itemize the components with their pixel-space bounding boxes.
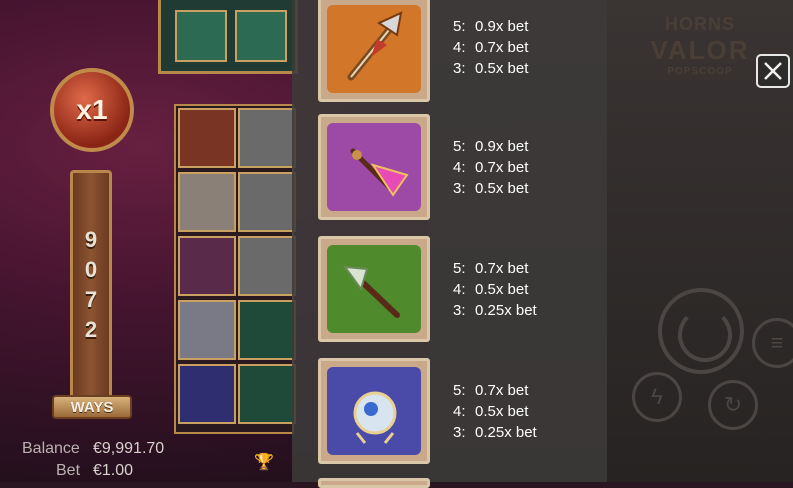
axe-symbol: [318, 0, 430, 102]
game-logo: HORNS VALOR POPSCOOP: [640, 14, 760, 84]
close-button[interactable]: [756, 54, 790, 88]
pay-amount: 0.5x bet: [475, 60, 529, 77]
top-reel: [158, 0, 298, 74]
close-icon: [764, 62, 782, 80]
grid-tile: [238, 300, 296, 360]
pay-line: 4: 0.5x bet: [453, 401, 537, 422]
pay-amount: 0.7x bet: [475, 39, 529, 56]
grid-tile: [238, 236, 296, 296]
ten-tile: [178, 300, 236, 360]
grid-tile: [238, 172, 296, 232]
multiplier-badge: x1: [50, 68, 134, 152]
pay-line: 5: 0.9x bet: [453, 16, 528, 37]
pay-amount: 0.5x bet: [475, 403, 529, 420]
pay-count: 5:: [453, 138, 466, 155]
k-tile: [178, 172, 236, 232]
arrow-icon: [350, 148, 409, 197]
orb-tile: [178, 364, 236, 424]
spin-button[interactable]: [658, 288, 744, 374]
pay-values: 5: 0.9x bet 4: 0.7x bet 3: 0.5x bet: [453, 136, 528, 199]
paytable-overlay[interactable]: 5: 0.9x bet 4: 0.7x bet 3: 0.5x bet 5: 0.9x …: [292, 0, 607, 488]
ways-digit: 9: [84, 227, 98, 252]
pay-count: 3:: [453, 302, 466, 319]
pay-line: 3: 0.25x bet: [453, 300, 537, 321]
purple-arrow-symbol: [318, 114, 430, 220]
ways-digit: 0: [84, 257, 98, 282]
pay-amount: 0.5x bet: [475, 281, 529, 298]
pay-amount: 0.25x bet: [475, 302, 537, 319]
pay-count: 4:: [453, 281, 466, 298]
pay-line: 4: 0.5x bet: [453, 279, 537, 300]
pay-values: 5: 0.7x bet 4: 0.5x bet 3: 0.25x bet: [453, 258, 537, 321]
ways-digit: 2: [84, 317, 98, 342]
pay-line: 5: 0.7x bet: [453, 258, 537, 279]
bet-label: Bet: [56, 462, 81, 479]
pay-count: 3:: [453, 60, 466, 77]
trophy-icon: 🏆: [254, 454, 274, 471]
orb-icon: [353, 391, 397, 444]
paytable-row: 5: 0.9x bet 4: 0.7x bet 3: 0.5x bet: [292, 0, 607, 108]
pay-line: 3: 0.25x bet: [453, 422, 537, 443]
bet-value: €1.00: [93, 462, 134, 479]
pay-amount: 0.7x bet: [475, 159, 529, 176]
multiplier-value: x1: [76, 94, 108, 125]
refresh-button[interactable]: ↻: [708, 380, 758, 430]
pay-line: 3: 0.5x bet: [453, 178, 528, 199]
spear-icon: [342, 265, 400, 318]
top-reel-tile: [175, 10, 227, 62]
ways-counter: 9 0 7 2: [70, 170, 112, 400]
axe-icon: [347, 11, 403, 81]
grid-tile: [238, 364, 296, 424]
pay-count: 5:: [453, 18, 466, 35]
ways-label: WAYS: [52, 395, 132, 419]
top-reel-tile: [235, 10, 287, 62]
pay-line: 4: 0.7x bet: [453, 37, 528, 58]
paytable-row: 5: 0.9x bet 4: 0.7x bet 3: 0.5x bet: [292, 114, 607, 226]
turbo-button[interactable]: ϟ: [632, 372, 682, 422]
pay-line: 4: 0.7x bet: [453, 157, 528, 178]
reel-grid: [174, 104, 296, 434]
logo-line1: HORNS: [664, 14, 735, 34]
pay-count: 4:: [453, 159, 466, 176]
green-spear-symbol: [318, 236, 430, 342]
balance-label: Balance: [22, 440, 80, 457]
balance-value: €9,991.70: [93, 440, 165, 457]
pay-line: 5: 0.9x bet: [453, 136, 528, 157]
pay-count: 3:: [453, 180, 466, 197]
blue-orb-symbol: [318, 358, 430, 464]
hammer-tile: [178, 108, 236, 168]
paytable-row: 5: 0.7x bet 4: 0.5x bet 3: 0.25x bet: [292, 236, 607, 348]
pay-count: 4:: [453, 403, 466, 420]
logo-line3: POPSCOOP: [667, 66, 733, 77]
pay-amount: 0.9x bet: [475, 138, 529, 155]
pay-line: 5: 0.7x bet: [453, 380, 537, 401]
logo-line2: VALOR: [650, 35, 750, 65]
pay-amount: 0.25x bet: [475, 424, 537, 441]
potion-tile: [178, 236, 236, 296]
pay-count: 5:: [453, 260, 466, 277]
next-symbol: [318, 478, 430, 488]
ways-digit: 7: [84, 287, 98, 312]
pay-amount: 0.9x bet: [475, 18, 529, 35]
pay-amount: 0.7x bet: [475, 382, 529, 399]
pay-amount: 0.7x bet: [475, 260, 529, 277]
pay-values: 5: 0.9x bet 4: 0.7x bet 3: 0.5x bet: [453, 16, 528, 79]
pay-count: 4:: [453, 39, 466, 56]
grid-tile: [238, 108, 296, 168]
paytable-row: 5: 0.7x bet 4: 0.5x bet 3: 0.25x bet: [292, 358, 607, 470]
pay-count: 5:: [453, 382, 466, 399]
pay-amount: 0.5x bet: [475, 180, 529, 197]
pay-count: 3:: [453, 424, 466, 441]
pay-values: 5: 0.7x bet 4: 0.5x bet 3: 0.25x bet: [453, 380, 537, 443]
pay-line: 3: 0.5x bet: [453, 58, 528, 79]
